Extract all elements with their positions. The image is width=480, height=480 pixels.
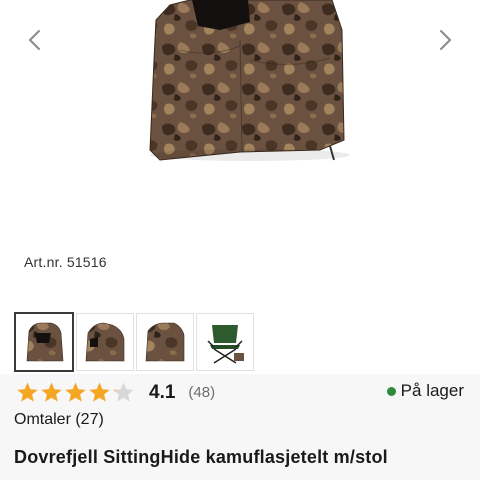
product-image	[149, 0, 350, 161]
product-info-panel: 4.1 (48) På lager Omtaler (27) Dovrefjel…	[0, 374, 480, 480]
thumbnail-front[interactable]	[14, 312, 74, 372]
thumbnail-image	[207, 325, 244, 364]
previous-image-button[interactable]	[20, 26, 48, 54]
stock-label: På lager	[400, 381, 464, 400]
star-icon	[89, 382, 110, 402]
rating-row[interactable]: 4.1 (48)	[16, 381, 215, 404]
product-title: Dovrefjell SittingHide kamuflasjetelt m/…	[14, 447, 388, 467]
rating-value: 4.1	[149, 381, 176, 403]
chevron-left-icon	[29, 30, 40, 50]
product-image-carousel[interactable]	[0, 0, 480, 240]
stock-dot-icon	[386, 386, 396, 396]
article-number: Art.nr. 51516	[24, 254, 107, 270]
thumbnail-side[interactable]	[76, 313, 134, 371]
star-rating	[16, 381, 135, 404]
thumbnail-image	[26, 322, 64, 362]
star-icon	[41, 382, 62, 402]
thumbnail-image	[85, 322, 125, 362]
thumbnail-back[interactable]	[136, 313, 194, 371]
thumbnail-image	[145, 322, 185, 362]
stock-status: På lager	[386, 381, 464, 401]
star-icon	[113, 382, 134, 402]
thumbnail-strip	[14, 312, 254, 373]
star-icon	[17, 382, 38, 402]
next-image-button[interactable]	[432, 26, 460, 54]
rating-count: (48)	[188, 384, 216, 401]
thumbnail-chair[interactable]	[196, 313, 254, 371]
reviews-link[interactable]: Omtaler (27)	[14, 411, 104, 429]
star-icon	[65, 382, 86, 402]
chevron-right-icon	[440, 30, 451, 50]
